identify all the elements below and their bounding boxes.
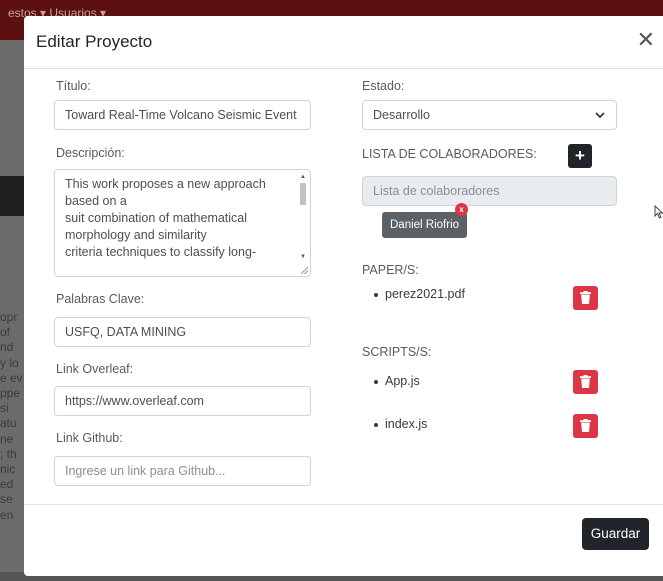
descripcion-textarea[interactable]: This work proposes a new approach based … xyxy=(54,169,311,277)
descripcion-label: Descripción: xyxy=(56,146,125,160)
background-line: ppe xyxy=(0,386,21,401)
resize-grip-icon[interactable] xyxy=(301,267,308,274)
save-button[interactable]: Guardar xyxy=(582,518,649,550)
colaboradores-label: LISTA DE COLABORADORES: xyxy=(362,147,537,161)
close-icon[interactable]: ✕ xyxy=(637,28,655,52)
modal-title: Editar Proyecto xyxy=(36,32,153,51)
estado-label: Estado: xyxy=(362,79,405,93)
background-line: nic xyxy=(0,462,16,477)
colaboradores-input[interactable]: Lista de colaboradores xyxy=(362,176,617,206)
script-item: index.js xyxy=(374,417,427,431)
modal-header: Editar Proyecto ✕ xyxy=(24,16,663,69)
collaborator-chip: Daniel Riofrio xyxy=(382,212,468,238)
trash-icon xyxy=(580,375,591,388)
background-line: y lo xyxy=(0,355,19,370)
github-label: Link Github: xyxy=(56,431,123,445)
script-filename: App.js xyxy=(385,374,420,388)
delete-paper-button[interactable] xyxy=(573,286,598,310)
papers-label: PAPER/S: xyxy=(362,263,419,277)
bullet-icon xyxy=(374,379,378,384)
mouse-cursor-icon xyxy=(654,205,663,219)
background-line: nd xyxy=(0,340,14,355)
trash-icon xyxy=(580,419,591,432)
background-line: ne xyxy=(0,431,14,446)
background-line: of xyxy=(0,325,11,340)
background-line: opr xyxy=(0,310,18,324)
scroll-thumb[interactable] xyxy=(300,183,306,205)
palabras-clave-label: Palabras Clave: xyxy=(56,292,145,306)
textarea-scrollbar[interactable]: ▲ ▼ xyxy=(299,173,307,273)
descripcion-line: suit combination of mathematical xyxy=(65,211,248,225)
scripts-label: SCRIPTS/S: xyxy=(362,345,432,359)
background-line: si xyxy=(0,401,9,416)
add-collaborator-button[interactable]: + xyxy=(568,144,592,168)
descripcion-line: criteria techniques to classify long- xyxy=(65,245,257,259)
background-line: e ev xyxy=(0,370,23,385)
overleaf-input[interactable]: https://www.overleaf.com xyxy=(54,386,311,416)
edit-project-modal: Editar Proyecto ✕ Título: Toward Real-Ti… xyxy=(24,16,663,576)
estado-value: Desarrollo xyxy=(373,108,430,122)
paper-filename: perez2021.pdf xyxy=(385,287,465,301)
delete-script-button[interactable] xyxy=(573,370,598,394)
titulo-label: Título: xyxy=(56,79,91,93)
titulo-input[interactable]: Toward Real-Time Volcano Seismic Event xyxy=(54,100,311,130)
background-line: se xyxy=(0,492,13,507)
trash-icon xyxy=(580,291,591,304)
overleaf-label: Link Overleaf: xyxy=(56,362,134,376)
estado-select[interactable]: Desarrollo xyxy=(362,100,617,130)
descripcion-line: based on a xyxy=(65,194,127,208)
palabras-clave-input[interactable]: USFQ, DATA MINING xyxy=(54,317,311,347)
descripcion-line: This work proposes a new approach xyxy=(65,177,266,191)
modal-footer xyxy=(24,504,663,576)
paper-item: perez2021.pdf xyxy=(374,287,465,301)
background-line: ; th xyxy=(0,446,17,461)
descripcion-line: morphology and similarity xyxy=(65,228,207,242)
chevron-down-icon xyxy=(595,112,605,119)
background-line: atu xyxy=(0,416,17,431)
plus-icon: + xyxy=(575,146,585,165)
github-input[interactable]: Ingrese un link para Github... xyxy=(54,456,311,486)
scroll-up-icon[interactable]: ▲ xyxy=(299,173,307,181)
bullet-icon xyxy=(374,292,378,297)
script-filename: index.js xyxy=(385,417,428,431)
bullet-icon xyxy=(374,422,378,427)
background-dark-block xyxy=(0,176,24,216)
delete-script-button[interactable] xyxy=(573,414,598,438)
remove-collaborator-icon[interactable]: x xyxy=(455,203,468,216)
script-item: App.js xyxy=(374,374,420,388)
scroll-down-icon[interactable]: ▼ xyxy=(299,253,307,261)
background-edge-text: opr of nd y lo e ev ppe si atu ne ; th n… xyxy=(0,310,24,523)
background-line: ed xyxy=(0,477,14,492)
background-line: en xyxy=(0,507,14,522)
